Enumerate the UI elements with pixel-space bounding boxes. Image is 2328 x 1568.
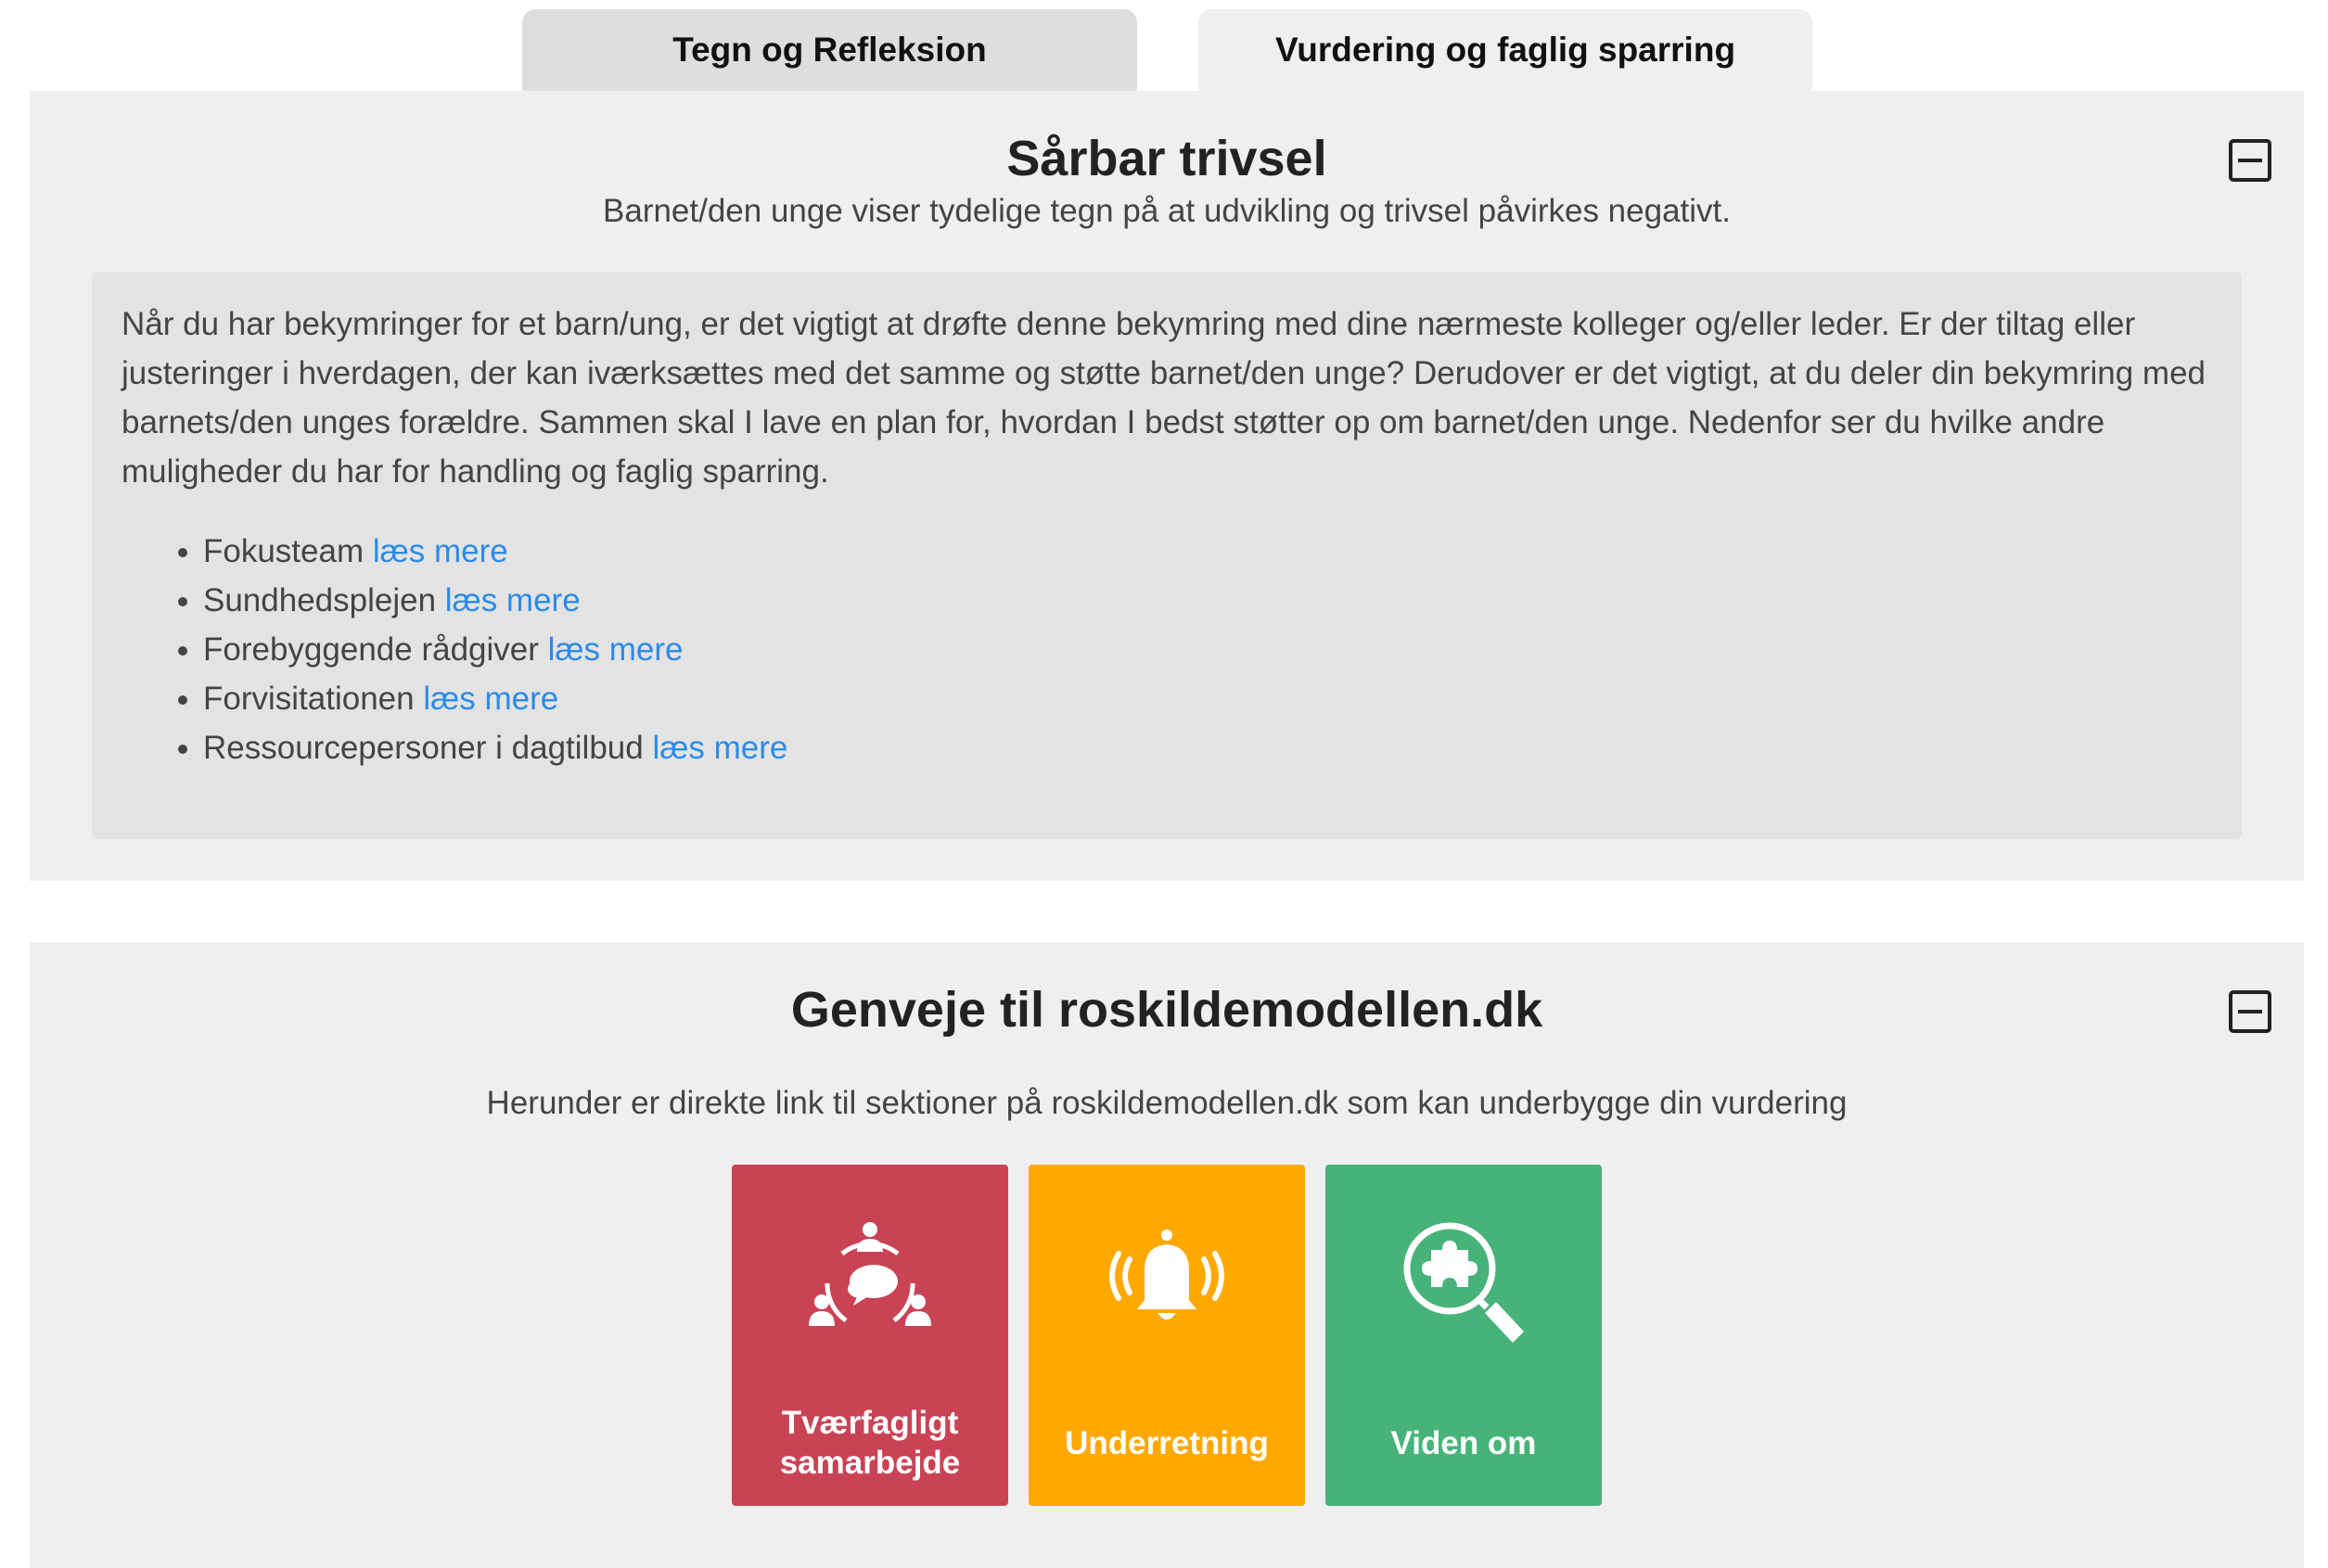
options-list: Fokusteam læs mere Sundhedsplejen læs me… — [122, 527, 2212, 772]
read-more-link[interactable]: læs mere — [548, 631, 684, 668]
list-item-label: Fokusteam — [203, 533, 365, 569]
tab-label: Tegn og Refleksion — [672, 31, 987, 69]
magnifier-puzzle-icon — [1403, 1222, 1524, 1343]
bell-alert-icon — [1109, 1230, 1224, 1319]
list-item: Forvisitationen læs mere — [203, 674, 2212, 723]
list-item: Sundhedsplejen læs mere — [203, 576, 2212, 625]
section-saarbar-trivsel: Sårbar trivsel Barnet/den unge viser tyd… — [30, 91, 2304, 881]
tile-viden-om[interactable]: Viden om — [1325, 1165, 1602, 1506]
collaboration-icon — [809, 1222, 931, 1326]
page: Tegn og Refleksion Vurdering og faglig s… — [0, 0, 2328, 1568]
list-item-label: Forebyggende rådgiver — [203, 631, 539, 668]
list-item: Fokusteam læs mere — [203, 527, 2212, 576]
section-genveje: Genveje til roskildemodellen.dk Herunder… — [30, 942, 2304, 1568]
read-more-link[interactable]: læs mere — [445, 582, 581, 618]
info-text: Når du har bekymringer for et barn/ung, … — [122, 306, 2206, 490]
tab-tegn-og-refleksion[interactable]: Tegn og Refleksion — [522, 9, 1137, 91]
tab-vurdering-og-faglig-sparring[interactable]: Vurdering og faglig sparring — [1198, 9, 1812, 91]
section-subtitle: Herunder er direkte link til sektioner p… — [486, 1085, 1848, 1121]
info-box: Når du har bekymringer for et barn/ung, … — [92, 272, 2242, 839]
list-item: Ressourcepersoner i dagtilbud læs mere — [203, 723, 2212, 772]
tile-underretning[interactable]: Underretning — [1029, 1165, 1305, 1506]
list-item: Forebyggende rådgiver læs mere — [203, 625, 2212, 674]
list-item-label: Sundhedsplejen — [203, 582, 437, 618]
tile-label: Underretning — [1065, 1424, 1269, 1461]
section-title: Genveje til roskildemodellen.dk — [790, 982, 1543, 1038]
read-more-link[interactable]: læs mere — [423, 681, 558, 717]
list-item-label: Ressourcepersoner i dagtilbud — [203, 730, 644, 766]
tab-label: Vurdering og faglig sparring — [1274, 31, 1736, 69]
list-item-label: Forvisitationen — [203, 681, 415, 717]
tile-label: Tværfagligt samarbejde — [779, 1405, 961, 1481]
section-subtitle: Barnet/den unge viser tydelige tegn på a… — [603, 193, 1731, 229]
tile-label: Viden om — [1390, 1424, 1537, 1461]
read-more-link[interactable]: læs mere — [373, 533, 508, 569]
tile-tvaerfagligt-samarbejde[interactable]: Tværfagligt samarbejde — [732, 1165, 1008, 1506]
read-more-link[interactable]: læs mere — [652, 730, 787, 766]
shortcut-tiles: Tværfagligt samarbejde Underretning Vide… — [30, 1165, 2304, 1506]
section-title: Sårbar trivsel — [1006, 131, 1327, 186]
